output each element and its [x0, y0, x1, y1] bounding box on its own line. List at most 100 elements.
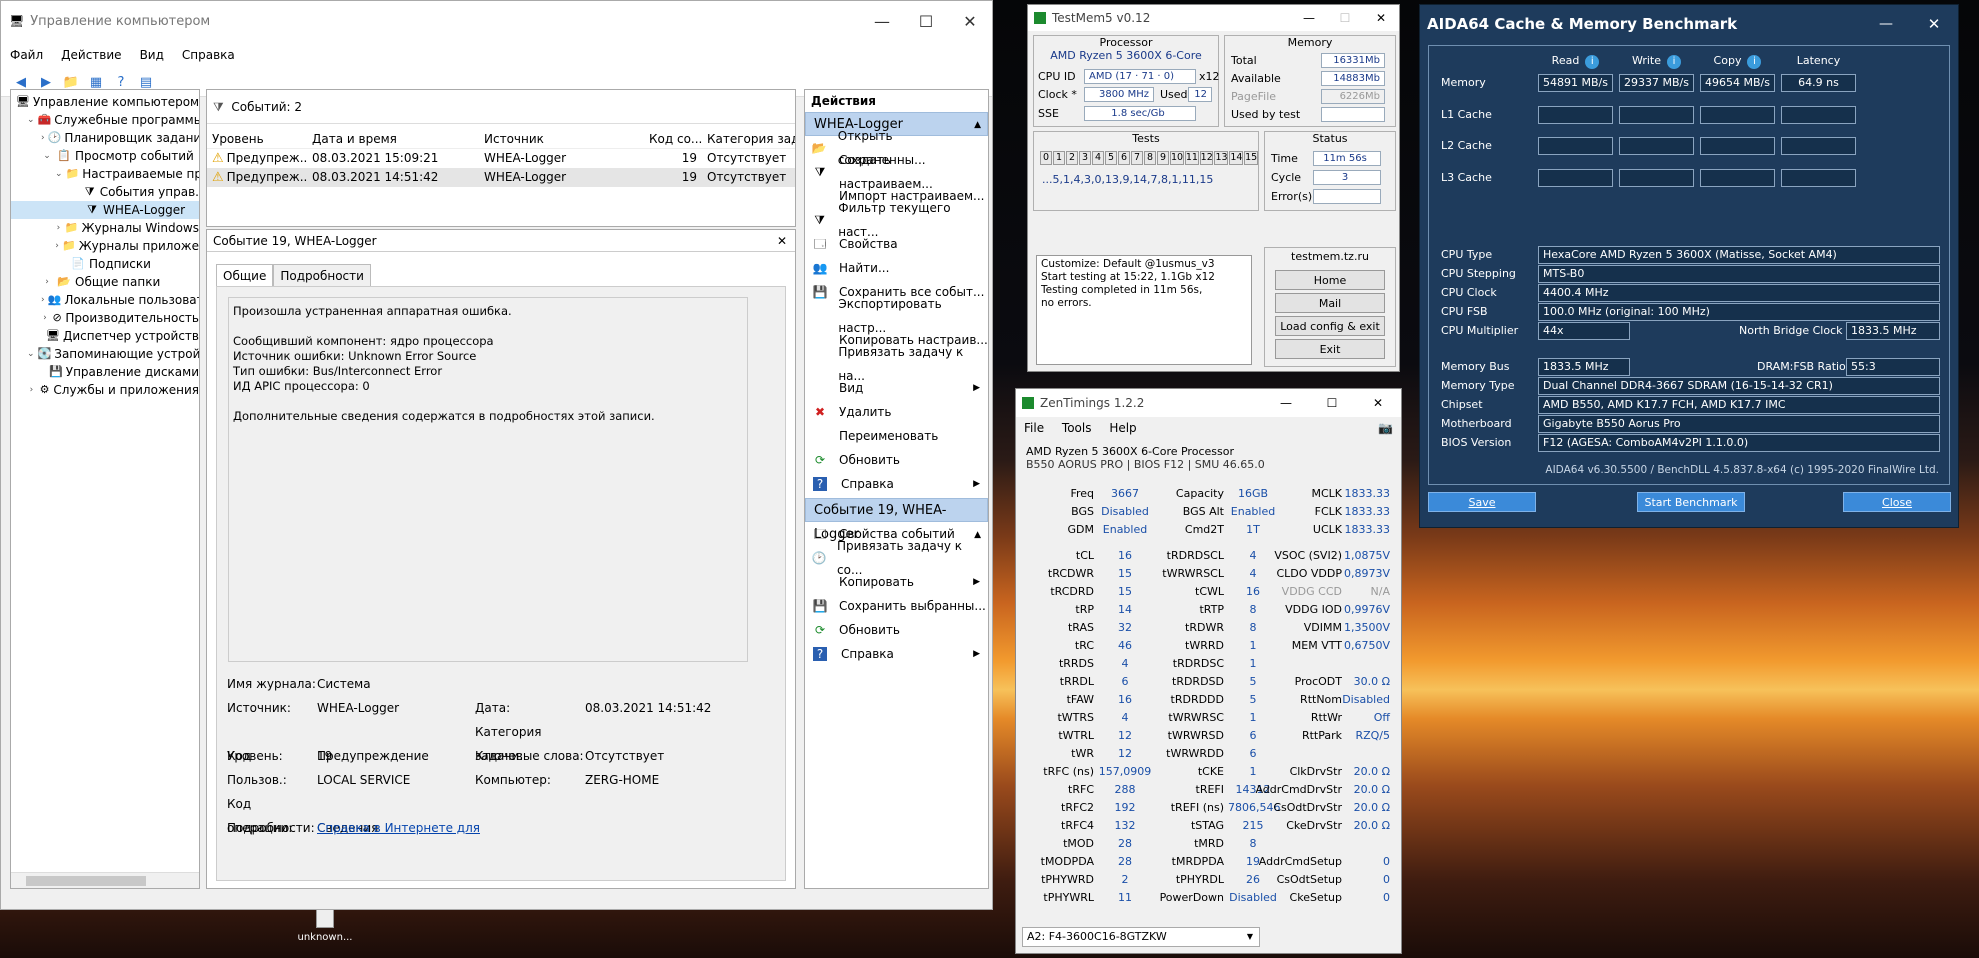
tree-expand-icon[interactable]: ›: [55, 237, 59, 255]
tree-expand-icon[interactable]: ›: [41, 309, 49, 327]
tree-item[interactable]: › 🕑 Планировщик заданий: [11, 129, 199, 147]
tree-item[interactable]: › 👥 Локальные пользовате: [11, 291, 199, 309]
col-level[interactable]: Уровень: [207, 130, 307, 148]
tree-item[interactable]: 📄 Подписки: [11, 255, 199, 273]
tree-item[interactable]: › 📁 Журналы приложе: [11, 237, 199, 255]
col-code[interactable]: Код со...: [644, 130, 702, 148]
tree-expand-icon[interactable]: ⌄: [55, 165, 63, 183]
tm-close-button[interactable]: ✕: [1363, 11, 1399, 25]
tree-expand-icon[interactable]: ›: [41, 291, 45, 309]
zen-menu-file[interactable]: File: [1024, 421, 1044, 435]
info-icon[interactable]: i: [1667, 55, 1682, 69]
tree-expand-icon[interactable]: ⌄: [27, 111, 35, 129]
col-category[interactable]: Категория задачи: [702, 130, 795, 148]
camera-icon[interactable]: 📷: [1378, 417, 1393, 439]
action-item[interactable]: Копировать ▶: [805, 570, 988, 594]
zen-menu-help[interactable]: Help: [1109, 421, 1136, 435]
tree-expand-icon[interactable]: ›: [55, 219, 62, 237]
tree-item-label: Производительность: [65, 311, 199, 325]
event-message: Произошла устраненная аппаратная ошибка.…: [228, 297, 748, 662]
test-id-box: 2: [1066, 151, 1078, 165]
tree-expand-icon[interactable]: ›: [41, 129, 45, 147]
tree-item[interactable]: › ⚙ Службы и приложения: [11, 381, 199, 399]
maximize-button[interactable]: ☐: [904, 12, 948, 31]
zen-dimm-select[interactable]: A2: F4-3600C16-8GTZKW ▼: [1022, 927, 1260, 947]
tm-load-config-button[interactable]: Load config & exit: [1275, 316, 1385, 336]
zen-minimize-button[interactable]: —: [1263, 396, 1309, 410]
info-icon[interactable]: i: [1585, 55, 1600, 69]
menu-file[interactable]: Файл: [1, 48, 52, 62]
tree-expand-icon[interactable]: ⌄: [41, 147, 53, 165]
info-icon[interactable]: i: [1747, 55, 1762, 69]
tm-cycle-label: Cycle: [1271, 171, 1302, 184]
action-item[interactable]: ⧩ Создать настраиваем...: [805, 153, 988, 191]
aida-close-button[interactable]: ✕: [1910, 15, 1958, 33]
user-value: LOCAL SERVICE: [317, 773, 411, 787]
tree-item[interactable]: 💾 Управление дисками: [11, 363, 199, 381]
tm-home-button[interactable]: Home: [1275, 270, 1385, 290]
desktop-icon-unknown[interactable]: unknown...: [290, 908, 360, 943]
start-benchmark-button[interactable]: Start Benchmark: [1637, 492, 1745, 512]
actions-pane: Действия WHEA-Logger ▲ 📂 Открыть сохраненн…: [804, 89, 989, 889]
tree-item[interactable]: ⧩ События управ.: [11, 183, 199, 201]
action-item[interactable]: 🕑 Привязать задачу к со...: [805, 539, 974, 577]
actions-group-event[interactable]: Событие 19, WHEA-Logger ▲: [805, 498, 988, 542]
hscroll-thumb[interactable]: [26, 876, 146, 886]
action-item[interactable]: ? Справка ▶: [805, 642, 988, 666]
aida-close-bottom-button[interactable]: Close: [1843, 492, 1951, 512]
online-help-link[interactable]: Справка в Интернете для: [317, 821, 480, 835]
event-row[interactable]: ⚠ Предупреж... 08.03.2021 15:09:21 WHEA-Log…: [207, 149, 795, 168]
menu-help[interactable]: Справка: [173, 48, 244, 62]
zen-close-button[interactable]: ✕: [1355, 396, 1401, 410]
tree-item[interactable]: ⌄ 📁 Настраиваемые пр: [11, 165, 199, 183]
action-item[interactable]: ✖ Удалить: [805, 400, 988, 424]
action-item[interactable]: 👥 Найти...: [805, 256, 988, 280]
tree-item[interactable]: › 📁 Журналы Windows: [11, 219, 199, 237]
minimize-button[interactable]: —: [860, 12, 904, 31]
action-item[interactable]: ? Справка ▶: [805, 472, 988, 496]
event-row[interactable]: ⚠ Предупреж... 08.03.2021 14:51:42 WHEA-Log…: [207, 168, 795, 187]
action-item[interactable]: ⟳ Обновить: [805, 448, 988, 472]
tab-general[interactable]: Общие: [216, 264, 274, 288]
action-item[interactable]: Привязать задачу к на...: [805, 345, 988, 383]
action-item[interactable]: 💾 Сохранить выбранны...: [805, 594, 988, 618]
col-date[interactable]: Дата и время: [307, 130, 479, 148]
chipset-value: AMD B550, AMD K17.7 FCH, AMD K17.7 IMC: [1538, 396, 1940, 414]
tree-item[interactable]: ⌄ 🧰 Служебные программы: [11, 111, 199, 129]
col-source[interactable]: Источник: [479, 130, 644, 148]
save-button[interactable]: Save: [1428, 492, 1536, 512]
menu-view[interactable]: Вид: [131, 48, 173, 62]
tm-minimize-button[interactable]: —: [1291, 11, 1327, 25]
aida-minimize-button[interactable]: —: [1862, 16, 1910, 32]
action-item[interactable]: Экспортировать настр...: [805, 297, 988, 335]
tree-expand-icon[interactable]: ›: [41, 273, 53, 291]
zen-label: tMOD: [1063, 837, 1094, 850]
tree-item[interactable]: ⌄ 📋 Просмотр событий: [11, 147, 199, 165]
action-item[interactable]: ⧩ Фильтр текущего наст...: [805, 201, 988, 239]
zen-maximize-button[interactable]: ☐: [1309, 396, 1355, 410]
tm-exit-button[interactable]: Exit: [1275, 339, 1385, 359]
detail-close-icon[interactable]: ✕: [777, 230, 787, 252]
tree-item[interactable]: 🖥 Диспетчер устройств: [11, 327, 199, 345]
tree-hscrollbar[interactable]: [11, 872, 199, 888]
tree-item[interactable]: › 📂 Общие папки: [11, 273, 199, 291]
tree-item[interactable]: ⧩ WHEA-Logger: [11, 201, 199, 219]
tree-item-label: Настраиваемые пр: [82, 167, 200, 181]
action-item[interactable]: Вид ▶: [805, 376, 988, 400]
tree-item[interactable]: 🖥 Управление компьютером (л: [11, 93, 199, 111]
zen-menu-tools[interactable]: Tools: [1062, 421, 1092, 435]
zen-label: tWR: [1071, 747, 1094, 760]
action-item[interactable]: 🗔 Свойства: [805, 232, 988, 256]
tree-item[interactable]: ⌄ 💽 Запоминающие устройст: [11, 345, 199, 363]
action-item[interactable]: ⟳ Обновить: [805, 618, 988, 642]
tree-expand-icon[interactable]: ›: [27, 381, 36, 399]
tab-details[interactable]: Подробности: [273, 264, 371, 288]
zen-label: GDM: [1067, 523, 1095, 536]
tree-item[interactable]: › ⊘ Производительность: [11, 309, 199, 327]
menu-action[interactable]: Действие: [52, 48, 130, 62]
tm-mail-button[interactable]: Mail: [1275, 293, 1385, 313]
action-item[interactable]: Переименовать: [805, 424, 988, 448]
tree-expand-icon[interactable]: ⌄: [27, 345, 35, 363]
close-button[interactable]: ✕: [948, 12, 992, 31]
tm-maximize-button[interactable]: ☐: [1327, 11, 1363, 25]
